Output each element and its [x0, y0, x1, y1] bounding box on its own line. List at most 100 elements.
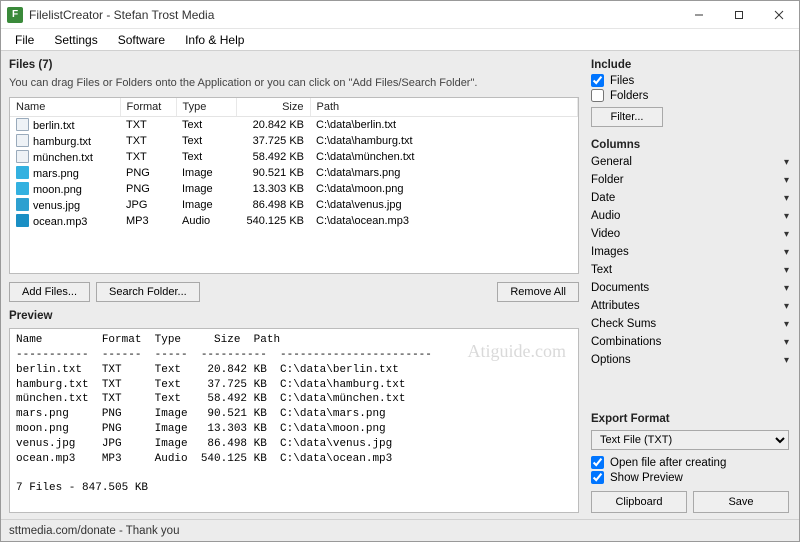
- watermark: Atiguide.com: [468, 339, 566, 363]
- show-preview-checkbox[interactable]: [591, 471, 604, 484]
- table-row[interactable]: ocean.mp3MP3Audio540.125 KBC:\data\ocean…: [10, 213, 578, 229]
- chevron-down-icon: ▾: [784, 283, 789, 294]
- include-folders-checkbox[interactable]: [591, 89, 604, 102]
- app-icon: F: [7, 7, 23, 23]
- columns-item-label: Options: [591, 354, 631, 366]
- chevron-down-icon: ▾: [784, 193, 789, 204]
- table-row[interactable]: hamburg.txtTXTText37.725 KBC:\data\hambu…: [10, 133, 578, 149]
- chevron-down-icon: ▾: [784, 355, 789, 366]
- files-grid[interactable]: Name Format Type Size Path berlin.txtTXT…: [9, 97, 579, 274]
- right-pane: Include Files Folders Filter... Columns …: [585, 51, 799, 519]
- show-preview-label: Show Preview: [610, 472, 683, 484]
- columns-item-label: Documents: [591, 282, 649, 294]
- columns-item-label: Check Sums: [591, 318, 656, 330]
- columns-item-label: Attributes: [591, 300, 640, 312]
- remove-all-button[interactable]: Remove All: [497, 282, 579, 302]
- columns-item[interactable]: Audio ▾: [591, 207, 789, 225]
- include-files-row[interactable]: Files: [591, 73, 789, 88]
- columns-item-label: Images: [591, 246, 629, 258]
- columns-item[interactable]: Text▾: [591, 261, 789, 279]
- menu-software[interactable]: Software: [108, 31, 175, 49]
- status-text: sttmedia.com/donate - Thank you: [9, 525, 179, 537]
- columns-item[interactable]: Images ▾: [591, 243, 789, 261]
- chevron-down-icon: ▾: [784, 301, 789, 312]
- menu-settings[interactable]: Settings: [44, 31, 107, 49]
- table-row[interactable]: venus.jpgJPGImage86.498 KBC:\data\venus.…: [10, 197, 578, 213]
- file-icon: [16, 182, 29, 195]
- columns-item[interactable]: Options ▾: [591, 351, 789, 369]
- files-button-row: Add Files... Search Folder... Remove All: [9, 278, 579, 304]
- show-preview-row[interactable]: Show Preview: [591, 470, 789, 485]
- export-format-select[interactable]: Text File (TXT): [591, 430, 789, 450]
- chevron-down-icon: ▾: [784, 229, 789, 240]
- include-folders-label: Folders: [610, 90, 648, 102]
- columns-header: Columns: [591, 137, 789, 153]
- table-row[interactable]: mars.pngPNGImage90.521 KBC:\data\mars.pn…: [10, 165, 578, 181]
- chevron-down-icon: ▾: [784, 211, 789, 222]
- table-row[interactable]: münchen.txtTXTText58.492 KBC:\data\münch…: [10, 149, 578, 165]
- clipboard-button[interactable]: Clipboard: [591, 491, 687, 513]
- col-path[interactable]: Path: [310, 98, 578, 117]
- open-after-row[interactable]: Open file after creating: [591, 455, 789, 470]
- table-row[interactable]: moon.pngPNGImage13.303 KBC:\data\moon.pn…: [10, 181, 578, 197]
- files-header: Files (7): [9, 57, 579, 73]
- search-folder-button[interactable]: Search Folder...: [96, 282, 200, 302]
- col-name[interactable]: Name: [10, 98, 120, 117]
- maximize-button[interactable]: [719, 2, 759, 28]
- columns-item[interactable]: Date ▾: [591, 189, 789, 207]
- save-button[interactable]: Save: [693, 491, 789, 513]
- open-after-label: Open file after creating: [610, 457, 726, 469]
- left-pane: Files (7) You can drag Files or Folders …: [1, 51, 585, 519]
- columns-item[interactable]: Video ▾: [591, 225, 789, 243]
- col-format[interactable]: Format: [120, 98, 176, 117]
- include-header: Include: [591, 57, 789, 73]
- include-folders-row[interactable]: Folders: [591, 88, 789, 103]
- chevron-down-icon: ▾: [784, 157, 789, 168]
- filter-button[interactable]: Filter...: [591, 107, 663, 127]
- columns-item[interactable]: General ▾: [591, 153, 789, 171]
- columns-item[interactable]: Combinations ▾: [591, 333, 789, 351]
- columns-item[interactable]: Check Sums ▾: [591, 315, 789, 333]
- file-icon: [16, 166, 29, 179]
- preview-text: Name Format Type Size Path ----------- -…: [16, 334, 432, 494]
- file-icon: [16, 134, 29, 147]
- columns-item-label: Date: [591, 192, 615, 204]
- file-icon: [16, 118, 29, 131]
- chevron-down-icon: ▾: [784, 247, 789, 258]
- file-icon: [16, 198, 29, 211]
- chevron-down-icon: ▾: [784, 265, 789, 276]
- close-button[interactable]: [759, 2, 799, 28]
- table-row[interactable]: berlin.txtTXTText20.842 KBC:\data\berlin…: [10, 117, 578, 134]
- col-size[interactable]: Size: [236, 98, 310, 117]
- preview-box[interactable]: Atiguide.com Name Format Type Size Path -…: [9, 328, 579, 513]
- include-files-checkbox[interactable]: [591, 74, 604, 87]
- columns-item-label: Combinations: [591, 336, 661, 348]
- preview-header: Preview: [9, 308, 579, 324]
- file-icon: [16, 150, 29, 163]
- include-files-label: Files: [610, 75, 634, 87]
- columns-item[interactable]: Folder ▾: [591, 171, 789, 189]
- chevron-down-icon: ▾: [784, 337, 789, 348]
- columns-item-label: General: [591, 156, 632, 168]
- window-controls: [679, 2, 799, 28]
- columns-item-label: Video: [591, 228, 620, 240]
- columns-item[interactable]: Documents ▾: [591, 279, 789, 297]
- chevron-down-icon: ▾: [784, 175, 789, 186]
- file-icon: [16, 214, 29, 227]
- col-type[interactable]: Type: [176, 98, 236, 117]
- menubar: File Settings Software Info & Help: [1, 29, 799, 51]
- export-header: Export Format: [591, 411, 789, 427]
- columns-item-label: Folder: [591, 174, 624, 186]
- files-hint: You can drag Files or Folders onto the A…: [9, 77, 579, 93]
- minimize-button[interactable]: [679, 2, 719, 28]
- columns-item[interactable]: Attributes ▾: [591, 297, 789, 315]
- columns-list: General▾Folder▾Date▾Audio▾Video▾Images▾T…: [591, 153, 789, 411]
- chevron-down-icon: ▾: [784, 319, 789, 330]
- columns-item-label: Audio: [591, 210, 620, 222]
- main-content: Files (7) You can drag Files or Folders …: [1, 51, 799, 519]
- statusbar: sttmedia.com/donate - Thank you: [1, 519, 799, 541]
- menu-file[interactable]: File: [5, 31, 44, 49]
- open-after-checkbox[interactable]: [591, 456, 604, 469]
- add-files-button[interactable]: Add Files...: [9, 282, 90, 302]
- menu-info-help[interactable]: Info & Help: [175, 31, 254, 49]
